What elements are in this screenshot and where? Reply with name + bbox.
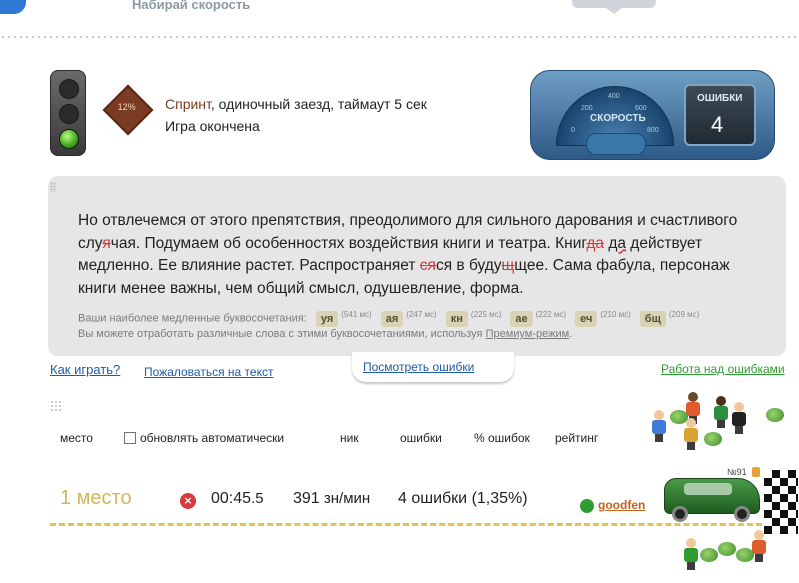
result-time: 00:45.5 — [211, 490, 264, 507]
sprint-mode-icon: 12% — [102, 84, 154, 136]
traffic-light-icon — [50, 70, 86, 156]
race-track — [50, 523, 762, 526]
header-tab-indicator — [572, 0, 656, 14]
errors-label: ОШИБКИ — [697, 93, 743, 104]
gauge-tick: 200 — [581, 105, 593, 112]
slow-combo-chip: ае — [510, 310, 533, 327]
car-window — [684, 483, 732, 495]
see-errors-link[interactable]: Посмотреть ошибки — [363, 360, 474, 374]
bush-icon — [704, 432, 722, 446]
car-number: №91 — [727, 467, 747, 477]
sprint-icon-label: 12% — [117, 102, 136, 113]
bush-icon — [700, 548, 718, 562]
gauge-tick: 400 — [608, 93, 620, 100]
slow-combo-ms: (222 мс) — [535, 310, 567, 319]
slow-combos-intro: Ваши наиболее медленные буквосочетания: — [78, 312, 307, 325]
result-speed: 391 зн/мин — [293, 490, 371, 507]
errors-count: 4 — [711, 112, 724, 137]
gauge-tick: 0 — [571, 127, 575, 134]
col-errors: ошибки — [400, 431, 442, 445]
typed-text: Но отвлечемся от этого препятствия, прео… — [78, 212, 738, 297]
result-errors: 4 ошибки (1,35%) — [398, 490, 528, 507]
work-on-errors-link[interactable]: Работа над ошибками — [661, 362, 785, 376]
gauge-base — [586, 133, 646, 155]
game-mode-line: Спринт, одиночный заезд, таймаут 5 сек — [165, 96, 427, 112]
bush-icon — [670, 410, 688, 424]
spectator-icon — [752, 530, 766, 562]
bush-icon — [766, 408, 784, 422]
slow-combo-chip: бщ — [639, 310, 666, 327]
game-mode: Спринт — [165, 96, 211, 112]
gauge-tick: 600 — [635, 105, 647, 112]
auto-update-checkbox[interactable] — [124, 432, 136, 444]
traffic-lamp-yellow — [59, 104, 79, 124]
slow-combos-line: Ваши наиболее медленные буквосочетания: … — [78, 310, 699, 327]
error-letter: да — [586, 234, 604, 252]
panel-grip-dots — [50, 182, 56, 192]
slow-combo-ms: (225 мс) — [470, 310, 502, 319]
spectator-icon — [652, 410, 666, 442]
spectator-icon — [714, 396, 728, 428]
slow-combo-chip: уя — [315, 310, 339, 327]
bush-icon — [736, 548, 754, 562]
slow-combo-ms: (210 мс) — [600, 310, 631, 319]
gauge-tick: 800 — [647, 127, 659, 134]
error-letter: щ — [501, 257, 515, 274]
car-wheel — [734, 506, 750, 522]
bush-icon — [718, 542, 736, 556]
spectator-icon — [684, 538, 698, 570]
car-wheel — [672, 506, 688, 522]
slow-combo-ms: (541 мс) — [341, 310, 372, 319]
medal-icon — [752, 467, 760, 477]
how-to-play-link[interactable]: Как играть? — [50, 362, 120, 377]
error-letter: да — [608, 234, 626, 252]
result-place: 1 место — [60, 487, 132, 509]
error-letter: ся — [419, 257, 436, 274]
traffic-lamp-green — [59, 129, 79, 149]
site-tagline: Набирай скорость — [132, 0, 251, 12]
premium-hint: Вы можете отработать различные слова с э… — [78, 328, 573, 340]
slow-combo-chip: кн — [445, 310, 468, 327]
error-letter: я — [102, 234, 111, 252]
user-avatar-icon — [580, 499, 594, 513]
spectator-icon — [684, 418, 698, 450]
game-status: Игра окончена — [165, 118, 260, 134]
col-error-percent: % ошибок — [474, 431, 530, 445]
grip-dots — [50, 400, 62, 412]
finish-flag-icon — [764, 470, 798, 534]
col-place: место — [60, 431, 93, 445]
spectator-icon — [732, 402, 746, 434]
slow-combo-ms: (209 мс) — [668, 310, 700, 319]
slow-combo-chip: ая — [380, 310, 404, 327]
slow-combo-ms: (247 мс) — [406, 310, 437, 319]
auto-update-label[interactable]: обновлять автоматически — [140, 431, 284, 445]
complain-text-link[interactable]: Пожаловаться на текст — [144, 365, 273, 379]
remove-result-icon[interactable]: × — [180, 493, 196, 509]
premium-mode-link[interactable]: Премиум-режим — [486, 328, 570, 340]
traffic-lamp-red — [59, 79, 79, 99]
col-nick: ник — [340, 431, 359, 445]
player-nick-link[interactable]: goodfen — [598, 498, 645, 512]
header-divider — [0, 36, 799, 38]
slow-combo-chip: еч — [575, 310, 598, 327]
speed-label: СКОРОСТЬ — [590, 113, 646, 124]
site-logo[interactable] — [0, 0, 26, 14]
game-mode-details: , одиночный заезд, таймаут 5 сек — [210, 96, 427, 112]
col-rating: рейтинг — [555, 431, 599, 445]
